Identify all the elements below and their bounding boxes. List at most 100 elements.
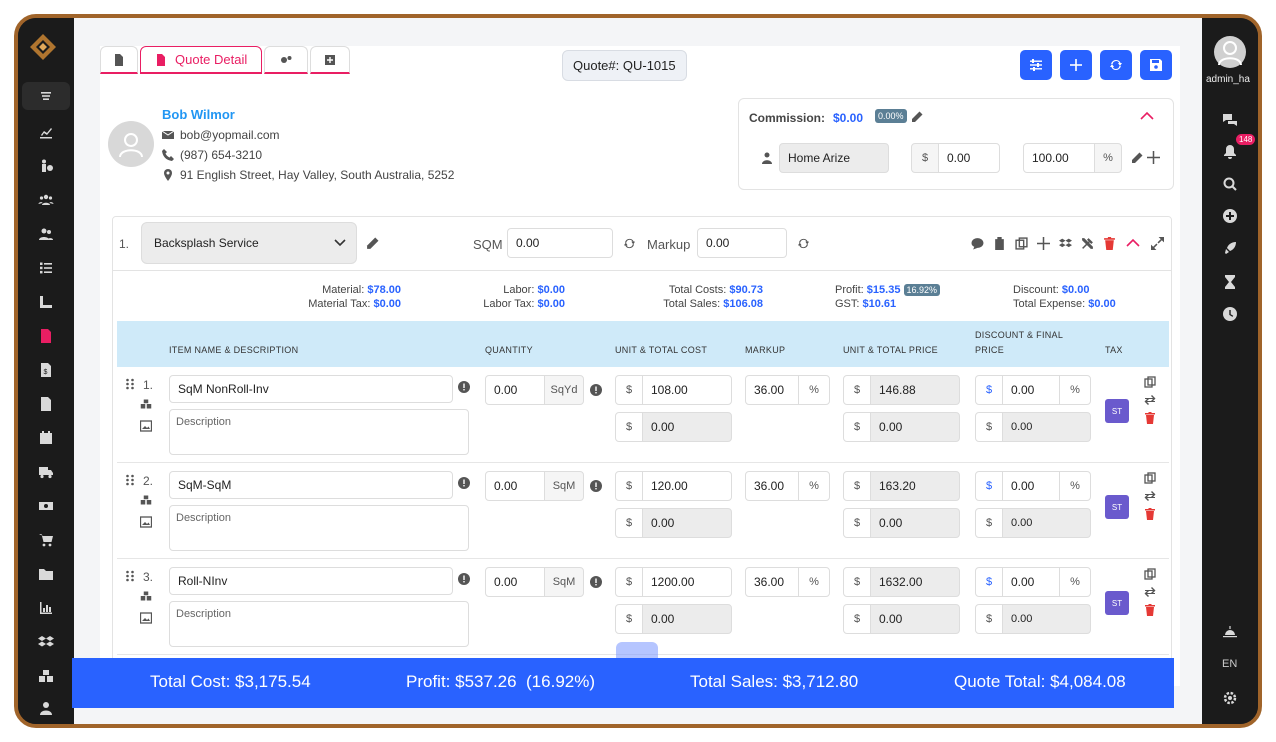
brand-logo-icon[interactable] xyxy=(28,32,58,62)
quotes-file-icon[interactable] xyxy=(22,322,70,350)
search-icon[interactable] xyxy=(1218,174,1242,194)
quantity-input[interactable]: 0.00 xyxy=(485,567,545,597)
expand-icon[interactable] xyxy=(1151,237,1164,250)
filter-settings-button[interactable] xyxy=(1020,50,1052,80)
comment-icon[interactable] xyxy=(971,237,984,250)
percent-addon[interactable]: % xyxy=(1059,567,1091,597)
chat-icon[interactable] xyxy=(1218,110,1242,130)
markup-input[interactable]: 36.00 xyxy=(745,375,799,405)
person-info-icon[interactable] xyxy=(22,152,70,180)
commission-share-input[interactable]: 100.00 xyxy=(1023,143,1095,173)
discount-input[interactable]: 0.00 xyxy=(1002,471,1060,501)
refresh-button[interactable] xyxy=(1100,50,1132,80)
money-icon[interactable] xyxy=(22,492,70,520)
item-name-input[interactable]: Roll-NInv xyxy=(169,567,453,595)
dashboard-chart-icon[interactable] xyxy=(22,118,70,146)
pencil-icon[interactable] xyxy=(1131,152,1143,164)
invoice-dollar-icon[interactable]: $ xyxy=(22,356,70,384)
language-selector[interactable]: EN xyxy=(1222,658,1237,670)
tab-document[interactable] xyxy=(100,46,138,74)
drag-handle-icon[interactable] xyxy=(125,570,135,582)
chevron-up-icon[interactable] xyxy=(1125,237,1141,249)
image-icon[interactable] xyxy=(139,611,153,625)
tab-settings[interactable] xyxy=(264,46,309,74)
image-icon[interactable] xyxy=(139,419,153,433)
quantity-input[interactable]: 0.00 xyxy=(485,471,545,501)
markup-input[interactable]: 36.00 xyxy=(745,567,799,597)
markup-input[interactable]: 36.00 xyxy=(745,471,799,501)
document-icon[interactable] xyxy=(22,390,70,418)
settings-gear-icon[interactable] xyxy=(1218,688,1242,708)
chevron-up-icon[interactable] xyxy=(1139,109,1155,123)
add-button[interactable] xyxy=(1060,50,1092,80)
unit-cost-input[interactable]: 108.00 xyxy=(642,375,732,405)
report-chart-icon[interactable] xyxy=(22,594,70,622)
unit-select[interactable]: SqYd xyxy=(544,375,584,405)
boxes-icon[interactable] xyxy=(139,493,153,507)
copy-icon[interactable] xyxy=(1143,375,1157,389)
trash-icon[interactable] xyxy=(1143,603,1157,617)
clock-icon[interactable] xyxy=(1218,304,1242,324)
item-name-input[interactable]: SqM-SqM xyxy=(169,471,453,499)
quantity-input[interactable]: 0.00 xyxy=(485,375,545,405)
unit-select[interactable]: SqM xyxy=(544,567,584,597)
boxes-icon[interactable] xyxy=(139,589,153,603)
checklist-icon[interactable] xyxy=(22,254,70,282)
commission-person-select[interactable]: Home Arize xyxy=(779,143,889,173)
pencil-icon[interactable] xyxy=(366,237,379,250)
swap-icon[interactable] xyxy=(1143,393,1157,407)
sales-tax-badge[interactable]: ST xyxy=(1105,591,1129,615)
bell-icon[interactable] xyxy=(1218,142,1242,162)
team-icon[interactable] xyxy=(22,186,70,214)
dropbox-icon[interactable] xyxy=(1059,237,1072,250)
copy-icon[interactable] xyxy=(1143,567,1157,581)
save-button[interactable] xyxy=(1140,50,1172,80)
image-icon[interactable] xyxy=(139,515,153,529)
trash-icon[interactable] xyxy=(1143,507,1157,521)
profile-icon[interactable] xyxy=(22,694,70,722)
clipboard-icon[interactable] xyxy=(993,237,1006,250)
drag-handle-icon[interactable] xyxy=(125,378,135,390)
theme-sun-icon[interactable] xyxy=(1218,622,1242,642)
trash-icon[interactable] xyxy=(1103,237,1116,250)
info-icon[interactable] xyxy=(589,383,603,397)
item-description-input[interactable]: Description xyxy=(169,601,469,647)
info-icon[interactable] xyxy=(457,476,471,490)
copy-icon[interactable] xyxy=(1143,471,1157,485)
calendar-icon[interactable] xyxy=(22,424,70,452)
boxes-icon[interactable] xyxy=(139,397,153,411)
info-icon[interactable] xyxy=(457,572,471,586)
unit-select[interactable]: SqM xyxy=(544,471,584,501)
sync-icon[interactable] xyxy=(623,237,636,250)
customer-name[interactable]: Bob Wilmor xyxy=(162,107,235,122)
hourglass-icon[interactable] xyxy=(1218,272,1242,292)
ruler-icon[interactable] xyxy=(22,288,70,316)
percent-addon[interactable]: % xyxy=(1059,375,1091,405)
discount-input[interactable]: 0.00 xyxy=(1002,567,1060,597)
swap-icon[interactable] xyxy=(1143,489,1157,503)
info-icon[interactable] xyxy=(589,479,603,493)
users-icon[interactable] xyxy=(22,220,70,248)
trash-icon[interactable] xyxy=(1143,411,1157,425)
info-icon[interactable] xyxy=(589,575,603,589)
dropbox-icon[interactable] xyxy=(22,628,70,656)
sales-tax-badge[interactable]: ST xyxy=(1105,495,1129,519)
discount-input[interactable]: 0.00 xyxy=(1002,375,1060,405)
swap-icon[interactable] xyxy=(1143,585,1157,599)
tools-icon[interactable] xyxy=(1081,237,1094,250)
unit-cost-input[interactable]: 120.00 xyxy=(642,471,732,501)
item-description-input[interactable]: Description xyxy=(169,409,469,455)
add-circle-icon[interactable] xyxy=(1218,206,1242,226)
plus-icon[interactable] xyxy=(1147,151,1160,164)
sync-icon[interactable] xyxy=(797,237,810,250)
sqm-input[interactable]: 0.00 xyxy=(507,228,613,258)
rocket-icon[interactable] xyxy=(1218,238,1242,258)
item-description-input[interactable]: Description xyxy=(169,505,469,551)
plus-icon[interactable] xyxy=(1037,237,1050,250)
pencil-icon[interactable] xyxy=(911,111,923,123)
menu-toggle-icon[interactable] xyxy=(22,82,70,110)
cart-icon[interactable] xyxy=(22,526,70,554)
copy-icon[interactable] xyxy=(1015,237,1028,250)
truck-icon[interactable] xyxy=(22,458,70,486)
service-select[interactable]: Backsplash Service xyxy=(141,222,357,264)
